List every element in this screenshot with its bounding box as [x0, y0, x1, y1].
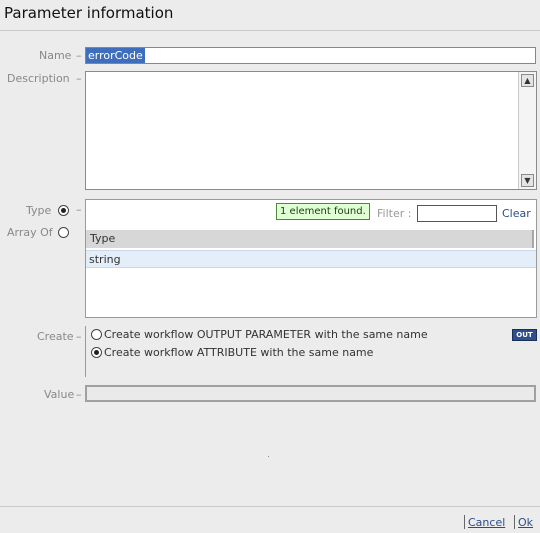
create-group-line: [85, 326, 86, 377]
scroll-down-icon[interactable]: ▼: [521, 174, 534, 187]
value-label: Value: [44, 388, 75, 401]
description-label: Description: [7, 72, 70, 85]
type-radio[interactable]: [58, 205, 69, 216]
out-parameter-icon: OUT: [512, 329, 537, 341]
dialog-title: Parameter information: [4, 4, 174, 22]
name-label: Name: [39, 49, 72, 62]
clear-button[interactable]: Clear: [502, 207, 531, 220]
name-label-dash: –: [76, 49, 82, 62]
ok-button[interactable]: Ok: [518, 516, 533, 529]
ok-separator: [514, 515, 515, 529]
attribute-radio[interactable]: [91, 347, 102, 358]
footer-divider: [0, 506, 540, 507]
type-label: Type: [26, 204, 52, 217]
description-scrollbar[interactable]: ▲ ▼: [518, 72, 536, 189]
table-cell-type: string: [89, 253, 121, 266]
name-field[interactable]: [85, 47, 536, 64]
filter-label: Filter :: [377, 207, 412, 220]
title-divider: [0, 30, 540, 31]
description-field[interactable]: [85, 71, 537, 190]
attribute-option[interactable]: Create workflow ATTRIBUTE with the same …: [104, 346, 373, 359]
create-label: Create: [37, 330, 74, 343]
stray-dot: [268, 456, 269, 457]
value-field[interactable]: [85, 385, 536, 402]
output-parameter-option[interactable]: Create workflow OUTPUT PARAMETER with th…: [104, 328, 428, 341]
cancel-button[interactable]: Cancel: [468, 516, 505, 529]
description-label-dash: –: [76, 72, 82, 85]
value-label-dash: –: [76, 388, 82, 401]
output-parameter-radio[interactable]: [91, 329, 102, 340]
type-label-dash: –: [76, 203, 82, 216]
array-of-label: Array Of: [7, 226, 53, 239]
type-column-header: Type: [90, 232, 116, 245]
name-field-value: errorCode: [86, 48, 145, 63]
create-label-dash: –: [76, 330, 82, 343]
array-of-radio[interactable]: [58, 227, 69, 238]
filter-input[interactable]: [417, 205, 497, 222]
table-row[interactable]: string: [86, 250, 536, 268]
scroll-up-icon[interactable]: ▲: [521, 74, 534, 87]
cancel-separator: [464, 515, 465, 529]
found-tooltip: 1 element found.: [276, 203, 370, 220]
type-table-header[interactable]: Type: [86, 230, 534, 248]
